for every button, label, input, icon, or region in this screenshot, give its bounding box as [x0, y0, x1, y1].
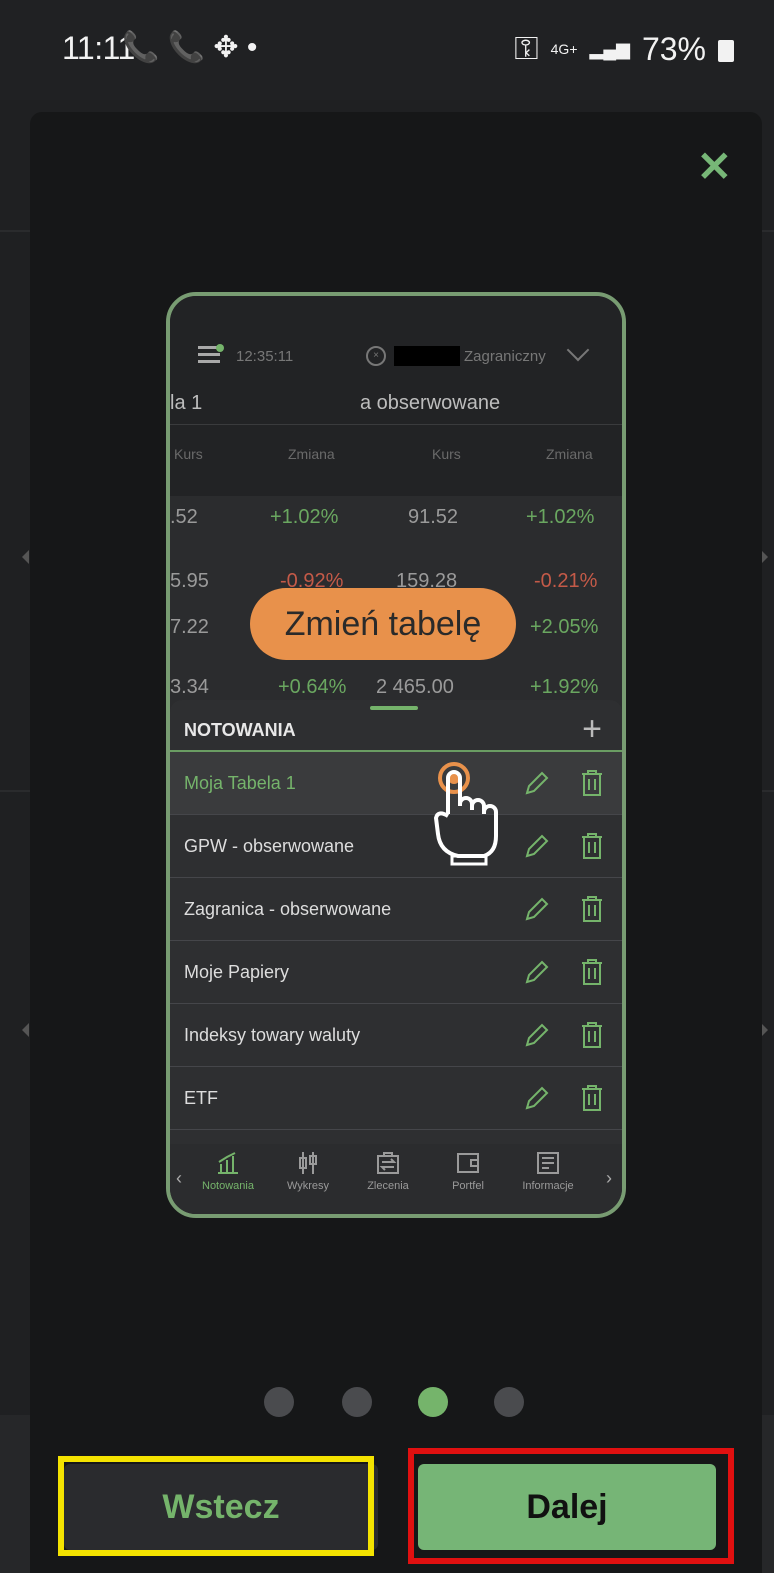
orders-icon [377, 1152, 399, 1174]
vpn-key-icon: ⚿ [514, 30, 539, 66]
nav-portfel: Portfel [428, 1150, 508, 1192]
redaction-box [394, 346, 460, 366]
battery-percent: 73% [641, 30, 706, 67]
chevron-left-icon [22, 1023, 29, 1037]
preview-bottom-nav: ‹ Notowania Wykresy Zlecenia Portfel Inf… [170, 1144, 622, 1214]
chevron-right-icon [761, 550, 768, 564]
nav-notowania: Notowania [188, 1150, 268, 1192]
chevron-left-icon [22, 550, 29, 564]
tutorial-modal: ✕ 12:35:11 × Zagraniczny la 1 a obserwow… [30, 112, 762, 1573]
trash-icon [582, 770, 602, 796]
edit-pencil-icon [525, 1023, 549, 1047]
signal-icon: ▂▄▆ [589, 38, 630, 59]
table-list-item: ETF [170, 1067, 622, 1130]
close-icon[interactable]: ✕ [697, 142, 732, 191]
quote-change: +1.92% [530, 676, 599, 698]
tap-hand-icon [434, 762, 498, 866]
preview-tab: la 1 [170, 392, 203, 414]
status-bar: 11:11 📞 📞 ✥ • ⚿ 4G+ ▂▄▆ 73% [0, 0, 774, 100]
next-highlight-box [408, 1448, 734, 1564]
table-name: Zagranica - obserwowane [184, 899, 392, 919]
preview-header: 12:35:11 × Zagraniczny la 1 a obserwowan… [170, 296, 622, 496]
table-name: Moje Papiery [184, 962, 290, 982]
table-name: GPW - obserwowane [184, 836, 355, 856]
pager-dot[interactable] [342, 1387, 372, 1417]
quote-price: 5.95 [170, 570, 209, 592]
table-list-item: Moje Papiery [170, 941, 622, 1004]
edit-pencil-icon [525, 897, 549, 921]
close-circle-icon: × [366, 346, 386, 366]
add-table-icon: + [582, 710, 602, 748]
quote-change: +1.02% [270, 506, 339, 528]
nav-label: Portfel [452, 1180, 484, 1192]
table-list-item: Indeksy towary waluty [170, 1004, 622, 1067]
quote-price: 2 465.00 [376, 676, 454, 698]
nav-label: Informacje [522, 1180, 574, 1192]
wallet-icon [457, 1153, 479, 1173]
chart-up-icon [218, 1152, 238, 1174]
col-header: Zmiana [546, 446, 593, 462]
pager-dot[interactable] [494, 1387, 524, 1417]
tables-sheet: NOTOWANIA + Moja Tabela 1 GPW - obserwow… [170, 700, 622, 1214]
chevron-right-icon: › [606, 1168, 612, 1188]
nav-wykresy: Wykresy [268, 1150, 348, 1192]
candlestick-icon [299, 1152, 317, 1174]
quote-change: +1.02% [526, 506, 595, 528]
pager-dot[interactable] [264, 1387, 294, 1417]
network-label: 4G+ [550, 41, 578, 57]
notification-dot [216, 344, 224, 352]
edit-pencil-icon [525, 1086, 549, 1110]
table-name: Moja Tabela 1 [184, 773, 296, 793]
table-name: Indeksy towary waluty [184, 1025, 361, 1045]
status-right: ⚿ 4G+ ▂▄▆ 73% [514, 30, 734, 68]
trash-icon [582, 833, 602, 859]
sheet-grabber [370, 706, 418, 710]
table-list-item: Moja Tabela 1 [170, 752, 622, 815]
divider [170, 424, 622, 425]
trash-icon [582, 896, 602, 922]
quote-price: 91.52 [408, 506, 459, 528]
table-list-item: GPW - obserwowane [170, 815, 622, 878]
edit-pencil-icon [525, 960, 549, 984]
quote-change: +0.64% [278, 676, 347, 698]
phone-preview: 12:35:11 × Zagraniczny la 1 a obserwowan… [166, 292, 626, 1218]
col-header: Kurs [174, 446, 203, 462]
back-highlight-box [58, 1456, 374, 1556]
news-icon [537, 1152, 559, 1174]
call-icons: 📞 📞 ✥ • [122, 31, 258, 64]
col-header: Zmiana [288, 446, 335, 462]
edit-pencil-icon [525, 834, 549, 858]
nav-label: Notowania [202, 1180, 254, 1192]
quote-price: 7.22 [170, 616, 209, 638]
nav-label: Wykresy [286, 1180, 330, 1192]
trash-icon [582, 1022, 602, 1048]
preview-time: 12:35:11 [236, 348, 294, 365]
nav-zlecenia: Zlecenia [348, 1150, 428, 1192]
nav-label: Zlecenia [367, 1180, 409, 1192]
preview-tab: a obserwowane [360, 392, 501, 414]
table-list-item: Zagranica - obserwowane [170, 878, 622, 941]
chevron-down-icon [566, 338, 590, 362]
nav-informacje: Informacje [508, 1150, 588, 1192]
quote-price: .52 [170, 506, 198, 528]
quote-price: 3.34 [170, 676, 209, 698]
quote-change: -0.21% [534, 570, 598, 592]
chevron-right-icon [761, 1023, 768, 1037]
table-name: ETF [184, 1088, 218, 1108]
sheet-title: NOTOWANIA [184, 720, 296, 740]
battery-icon [718, 40, 734, 62]
quote-change: +2.05% [530, 616, 599, 638]
col-header: Kurs [432, 446, 461, 462]
trash-icon [582, 1085, 602, 1111]
edit-pencil-icon [525, 771, 549, 795]
trash-icon [582, 959, 602, 985]
market-label: Zagraniczny [464, 348, 546, 365]
chevron-left-icon: ‹ [176, 1168, 182, 1188]
change-table-tooltip: Zmień tabelę [250, 588, 516, 660]
pager-dot-active[interactable] [418, 1387, 448, 1417]
